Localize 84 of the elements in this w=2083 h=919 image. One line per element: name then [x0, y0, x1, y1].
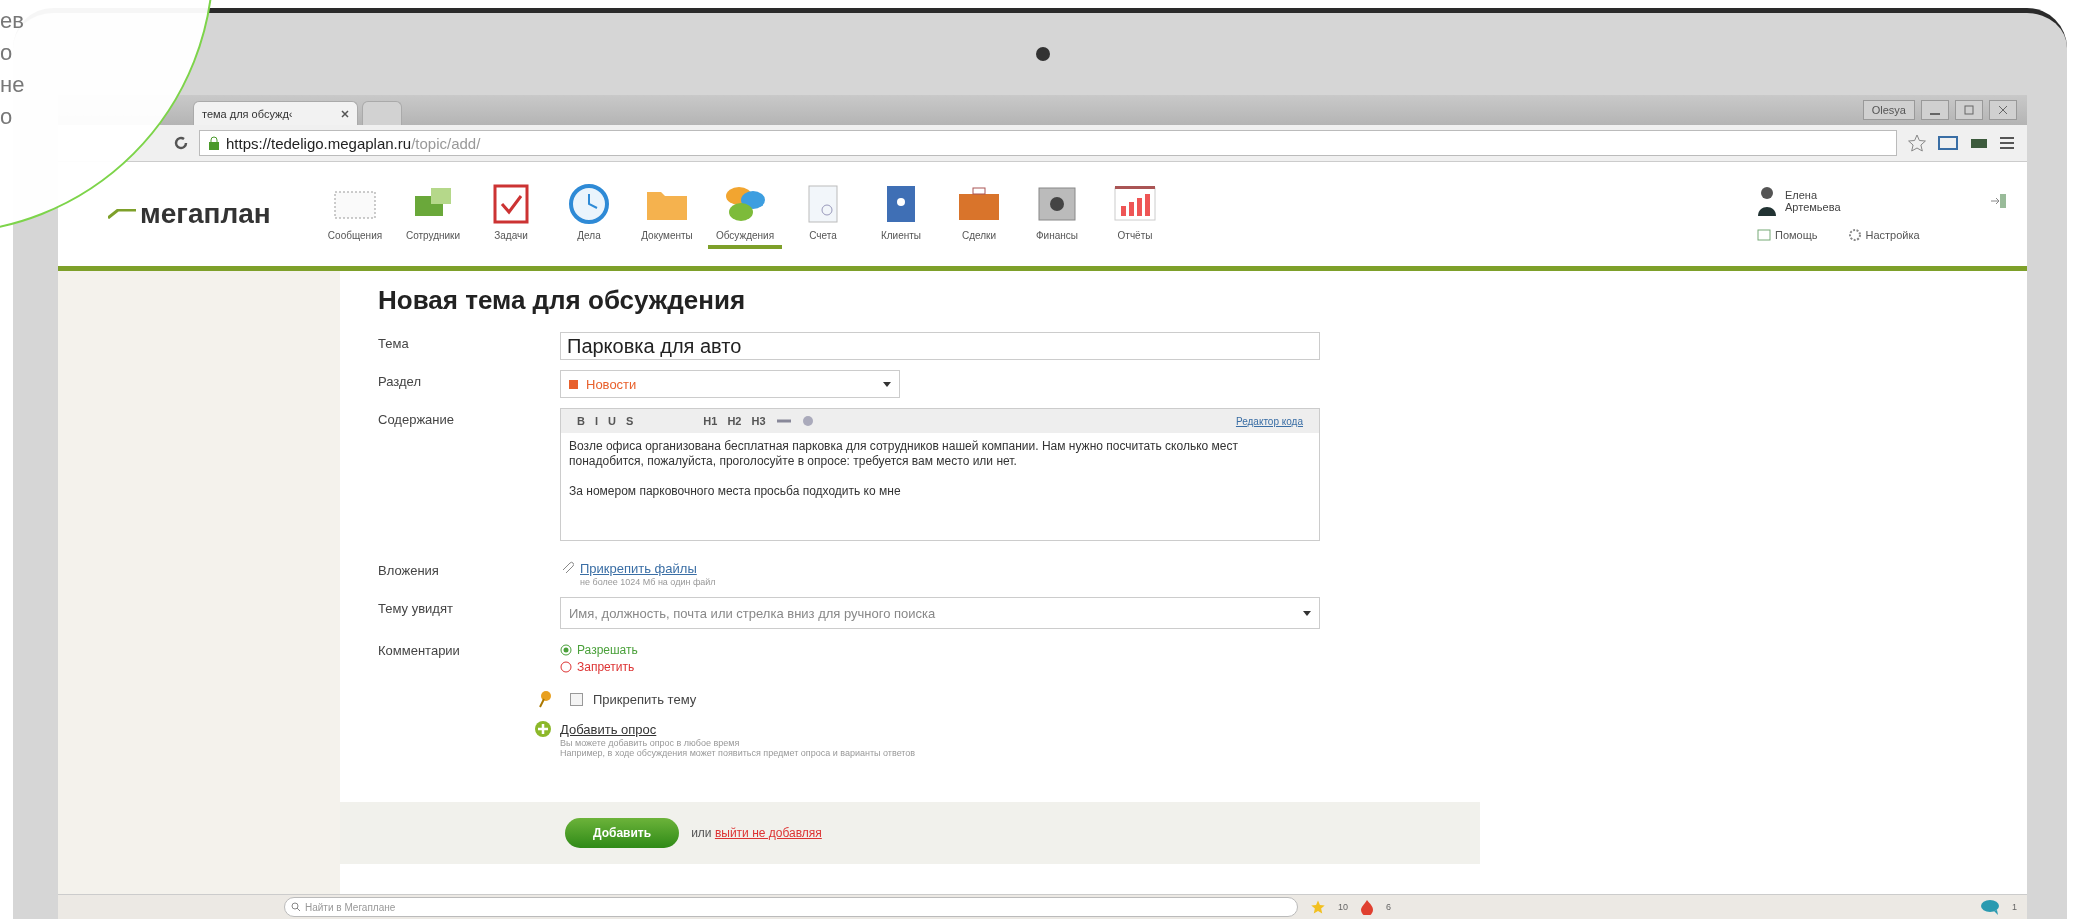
star-icon[interactable]	[1907, 133, 1927, 153]
pushpin-icon	[538, 690, 552, 708]
menu-icon[interactable]	[1999, 136, 2015, 150]
code-editor-link[interactable]: Редактор кода	[1235, 416, 1303, 427]
nav-item[interactable]: Отчёты	[1098, 179, 1172, 249]
hint-text: Вы можете добавить опрос в любое время	[560, 738, 741, 748]
pin-checkbox[interactable]	[570, 692, 583, 706]
minimize-button[interactable]	[1921, 100, 1949, 120]
format-button[interactable]: B	[577, 415, 585, 427]
nav-item[interactable]: Обсуждения	[708, 179, 782, 249]
hint-text: не более 1024 Мб на один файл	[580, 577, 716, 587]
field-label: Вложения	[378, 562, 440, 578]
nav-item[interactable]: Счета	[786, 179, 860, 249]
hint-text: Например, в ходе обсуждения может появиться предмет опроса и варианты ответов	[560, 748, 916, 758]
format-button[interactable]: I	[594, 415, 598, 427]
cancel-link[interactable]: выйти не добавляя	[714, 826, 822, 840]
plus-circle-icon	[534, 720, 552, 738]
nav-item[interactable]: Финансы	[1020, 179, 1094, 249]
nav-item[interactable]: Сотрудники	[396, 179, 470, 249]
topic-field[interactable]: Парковка для авто	[560, 332, 1320, 360]
logout-icon[interactable]	[1989, 192, 2007, 210]
field-label: Комментарии	[378, 642, 461, 658]
attach-files-link[interactable]: Прикрепить файлы	[580, 561, 697, 576]
add-poll-link[interactable]: Добавить опрос	[560, 722, 657, 737]
nav-item[interactable]: Дела	[552, 179, 626, 249]
format-button[interactable]: U	[608, 415, 616, 427]
camera-dot	[1035, 47, 1050, 61]
nav-item[interactable]: Сделки	[942, 179, 1016, 249]
address-bar[interactable]: https://tedeligo.megaplan.ru/topic/add/	[199, 130, 1897, 156]
chat-count: 1	[2012, 902, 2017, 912]
profile-button[interactable]: Olesya	[1862, 100, 1915, 120]
hot-count: 6	[1386, 902, 1392, 912]
avatar-icon	[1757, 186, 1777, 216]
settings-icon	[1847, 228, 1862, 242]
page-title: Новая тема для обсуждения	[378, 285, 747, 316]
star-icon[interactable]	[1310, 899, 1326, 915]
tab-title: тема для обсужд‹	[202, 107, 293, 120]
slide-text: ев	[0, 7, 25, 35]
or-text: или	[691, 826, 712, 840]
browser-tab[interactable]: тема для обсужд‹	[193, 101, 358, 125]
screen-icon[interactable]	[1937, 134, 1959, 152]
field-label: Содержание	[378, 411, 455, 427]
field-label: Раздел	[378, 373, 422, 389]
caret-icon	[1303, 610, 1311, 616]
nav-item[interactable]: Документы	[630, 179, 704, 249]
close-button[interactable]	[1989, 100, 2017, 120]
url-text: https://tedeligo.megaplan.ru/topic/add/	[226, 134, 481, 152]
format-button[interactable]: H2	[727, 415, 742, 427]
maximize-icon	[1964, 105, 1974, 115]
close-icon	[1998, 105, 2008, 115]
checkbox-label: Прикрепить тему	[593, 691, 697, 707]
lock-icon	[208, 136, 220, 150]
format-button[interactable]: H3	[751, 415, 766, 427]
format-button[interactable]: S	[625, 415, 634, 427]
content-paragraph: За номером парковочного места просьба подходить ко мне	[569, 484, 902, 499]
star-count: 10	[1338, 902, 1348, 912]
slide-text: о	[0, 103, 14, 131]
clock-icon	[567, 183, 611, 224]
paperclip-icon	[560, 559, 574, 573]
close-icon[interactable]	[341, 109, 349, 118]
bar-chart-icon	[1113, 183, 1157, 224]
nav-item[interactable]: Задачи	[474, 179, 548, 249]
section-dropdown[interactable]: Новости	[560, 370, 900, 398]
slide-text: не	[0, 71, 25, 99]
search-icon	[291, 902, 301, 912]
field-label: Тема	[378, 335, 410, 351]
maximize-button[interactable]	[1955, 100, 1983, 120]
user-name[interactable]: Елена Артемьева	[1785, 189, 1841, 213]
text-editor[interactable]	[560, 408, 1320, 541]
minimize-icon	[1930, 113, 1940, 115]
settings-link[interactable]: Настройка	[1847, 228, 1920, 242]
nav-item[interactable]: Клиенты	[864, 179, 938, 249]
help-link[interactable]: Помощь	[1757, 228, 1818, 242]
image-icon[interactable]	[801, 415, 814, 427]
caret-icon	[883, 381, 891, 387]
chat-icon[interactable]	[1980, 899, 2000, 915]
audience-field[interactable]: Имя, должность, почта или стрелка вниз для ручного поиска	[560, 597, 1320, 629]
content-paragraph: Возле офиса организована бесплатная парковка для сотрудников нашей компании. Нам нужно посчитать сколько мест понадобится, пожалуйста, проголосуйте в опросе: требуется вам место или нет.	[569, 439, 1239, 469]
nav-item[interactable]: Сообщения	[318, 179, 392, 249]
slide-text: о	[0, 39, 14, 67]
radio-option[interactable]: Запретить	[560, 660, 1320, 674]
format-button[interactable]: H1	[703, 415, 718, 427]
field-label: Тему увидят	[378, 600, 454, 616]
reload-icon[interactable]	[173, 135, 189, 151]
